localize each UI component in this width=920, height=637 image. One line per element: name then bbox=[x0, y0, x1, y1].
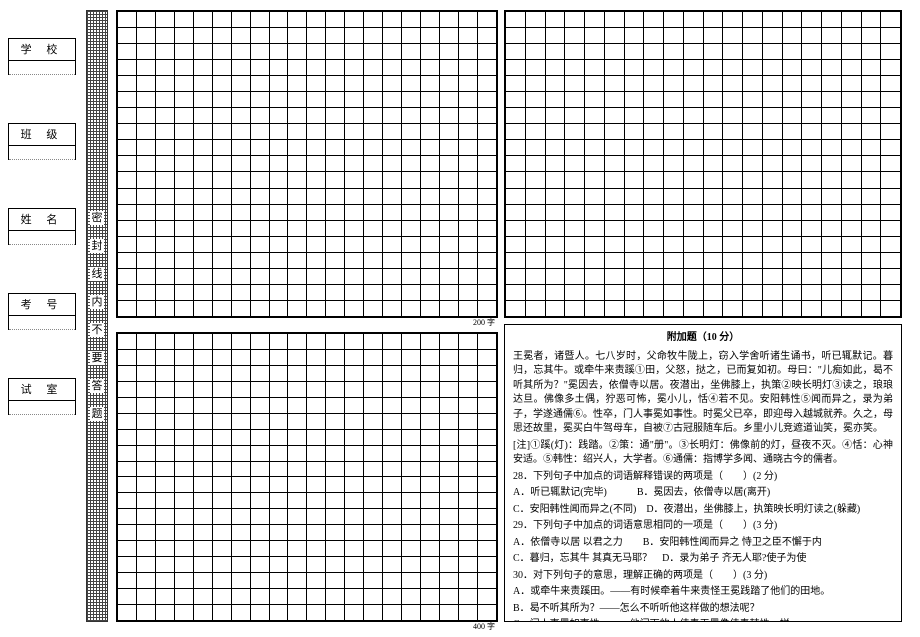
q28-opt-ab: A．听已辄默记(完毕) B．冕因去，依僧寺以居(离开) bbox=[513, 486, 893, 501]
reading-passage: 附加题（10 分） 王冕者，诸暨人。七八岁时，父命牧牛陇上，窃入学舍听诸生诵书，… bbox=[504, 324, 902, 622]
seal-char: 内 bbox=[90, 295, 104, 309]
student-info-column: 学 校 班 级 姓 名 考 号 试 室 bbox=[8, 38, 76, 415]
room-value[interactable] bbox=[9, 401, 75, 415]
name-value[interactable] bbox=[9, 231, 75, 245]
seal-char: 密 bbox=[90, 211, 104, 225]
exam-no-value[interactable] bbox=[9, 316, 75, 330]
writing-grid-right[interactable] bbox=[504, 10, 902, 318]
exam-no-box: 考 号 bbox=[8, 293, 76, 330]
passage-notes: [注]①蹊(灯)：践踏。②策：通"册"。③长明灯：佛像前的灯，昼夜不灭。④恬：心… bbox=[513, 439, 893, 468]
room-label: 试 室 bbox=[9, 379, 75, 401]
writing-grid-bottom[interactable]: 400 字 bbox=[116, 332, 498, 622]
writing-grid-top[interactable]: 200 字 bbox=[116, 10, 498, 318]
q28-opt-cd: C．安阳韩性闻而异之(不同) D．夜潜出，坐佛膝上，执策映长明灯读之(躲藏) bbox=[513, 503, 893, 518]
q30-opt-c: C．门人事冕如事性。——他门下的人侍奉王冕像侍奉韩性一样。 bbox=[513, 618, 893, 622]
question-30: 30．对下列句子的意思，理解正确的两项是（ ）(3 分) bbox=[513, 569, 893, 584]
class-label: 班 级 bbox=[9, 124, 75, 146]
school-box: 学 校 bbox=[8, 38, 76, 75]
q29-opt-ab: A．依僧寺以居 以君之力 B．安阳韩性闻而异之 恃卫之臣不懈于内 bbox=[513, 536, 893, 551]
exam-no-label: 考 号 bbox=[9, 294, 75, 316]
left-column: 200 字 400 字 bbox=[116, 10, 498, 622]
seal-char: 线 bbox=[90, 267, 104, 281]
passage-body: 王冕者，诸暨人。七八岁时，父命牧牛陇上，窃入学舍听诸生诵书，听已辄默记。暮归，忘… bbox=[513, 350, 893, 437]
main-area: 200 字 400 字 附加题（10 分） 王冕者，诸暨人。七八岁时，父命牧牛陇… bbox=[116, 10, 908, 622]
char-count-200: 200 字 bbox=[473, 317, 495, 328]
name-box: 姓 名 bbox=[8, 208, 76, 245]
seal-char: 封 bbox=[90, 239, 104, 253]
passage-title: 附加题（10 分） bbox=[513, 331, 893, 346]
char-count-400: 400 字 bbox=[473, 621, 495, 632]
question-29: 29．下列句子中加点的词语意思相同的一项是（ ）(3 分) bbox=[513, 519, 893, 534]
seal-char: 要 bbox=[90, 351, 104, 365]
q30-opt-a: A．或牵牛来责蹊田。——有时候牵着牛来责怪王冕践踏了他们的田地。 bbox=[513, 585, 893, 600]
seal-char: 题 bbox=[90, 407, 104, 421]
class-value[interactable] bbox=[9, 146, 75, 160]
seal-char: 不 bbox=[90, 323, 104, 337]
name-label: 姓 名 bbox=[9, 209, 75, 231]
seal-strip: 密 封 线 内 不 要 答 题 bbox=[86, 10, 108, 622]
question-28: 28．下列句子中加点的词语解释错误的两项是（ ）(2 分) bbox=[513, 470, 893, 485]
school-label: 学 校 bbox=[9, 39, 75, 61]
seal-char: 答 bbox=[90, 379, 104, 393]
q30-opt-b: B．曷不听其所为？——怎么不听听他这样做的想法呢？ bbox=[513, 602, 893, 617]
q29-opt-cd: C．暮归，忘其牛 其真无马耶？ D．录为弟子 齐无人耶?使子为使 bbox=[513, 552, 893, 567]
class-box: 班 级 bbox=[8, 123, 76, 160]
right-column: 附加题（10 分） 王冕者，诸暨人。七八岁时，父命牧牛陇上，窃入学舍听诸生诵书，… bbox=[504, 10, 902, 622]
school-value[interactable] bbox=[9, 61, 75, 75]
room-box: 试 室 bbox=[8, 378, 76, 415]
